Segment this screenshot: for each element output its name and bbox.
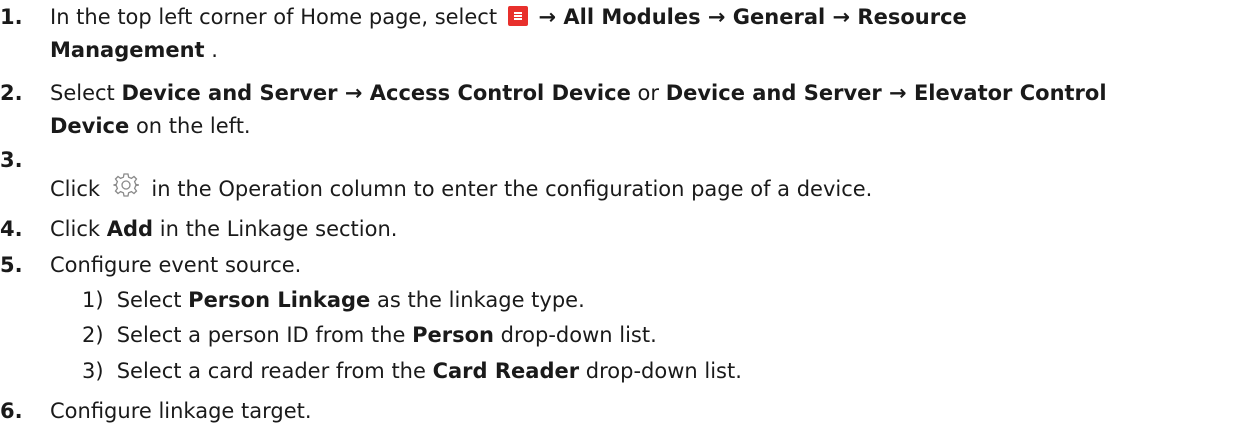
substep-1: 1) Select Person Linkage as the linkage … — [82, 288, 585, 312]
step-number: 3. — [0, 148, 23, 172]
step-number: 2. — [0, 81, 23, 105]
step-1-line-1: In the top left corner of Home page, sel… — [50, 5, 967, 29]
instruction-page: 1. In the top left corner of Home page, … — [0, 0, 1249, 448]
menu-icon — [507, 6, 528, 26]
step-number: 4. — [0, 217, 23, 241]
step-number: 6. — [0, 399, 23, 423]
step-number: 1. — [0, 5, 23, 29]
step-number: 5. — [0, 253, 23, 277]
substep-2: 2) Select a person ID from the Person dr… — [82, 323, 657, 347]
substep-3: 3) Select a card reader from the Card Re… — [82, 359, 742, 383]
gear-icon — [113, 173, 139, 197]
